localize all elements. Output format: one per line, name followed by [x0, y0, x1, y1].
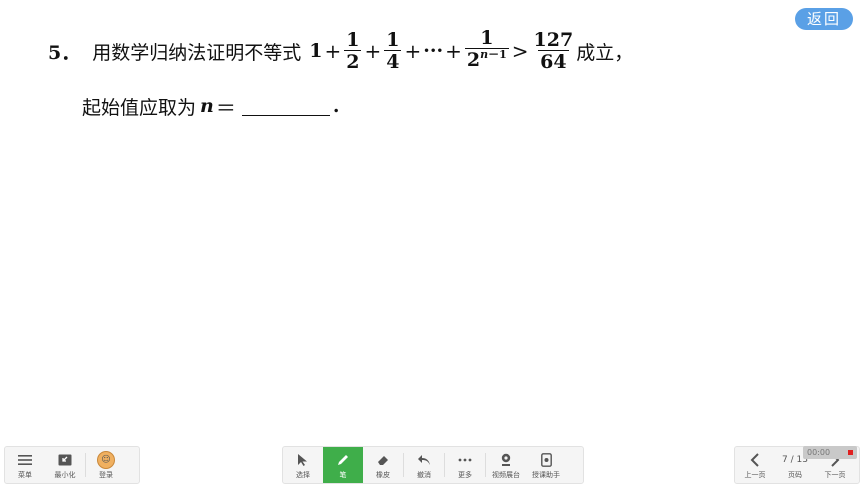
record-stop-icon[interactable] — [848, 450, 853, 455]
menu-button[interactable]: 菜单 — [5, 447, 45, 483]
pen-icon — [336, 451, 350, 469]
fraction-one-half: 1 2 — [344, 28, 362, 73]
eraser-label: 橡皮 — [376, 470, 390, 479]
toolbar-main: 选择 笔 橡皮 撤消 更多 视频展台 授课助手 — [282, 446, 584, 484]
plus-sign: + — [364, 39, 382, 63]
menu-label: 菜单 — [18, 470, 32, 479]
select-tool-button[interactable]: 选择 — [283, 447, 323, 483]
greater-than-sign: > — [511, 39, 529, 63]
more-button[interactable]: 更多 — [445, 447, 485, 483]
plus-sign: + — [404, 39, 422, 63]
video-booth-button[interactable]: 视频展台 — [486, 447, 526, 483]
next-page-label: 下一页 — [824, 470, 846, 479]
fraction-numerator: 1 — [386, 28, 400, 51]
video-booth-label: 视频展台 — [492, 470, 520, 479]
select-label: 选择 — [296, 470, 310, 479]
answer-blank[interactable] — [241, 97, 330, 116]
more-icon — [458, 451, 472, 469]
page-number-label: 页码 — [788, 470, 802, 479]
question-lead-text: 用数学归纳法证明不等式 — [92, 41, 302, 64]
fraction-numerator: 1 — [346, 28, 360, 51]
login-label: 登录 — [99, 470, 113, 479]
fraction-one-quarter: 1 4 — [384, 28, 402, 73]
term-one: 1 — [309, 40, 323, 62]
fraction-denominator: 4 — [384, 49, 402, 73]
assistant-icon — [540, 451, 552, 469]
more-label: 更多 — [458, 470, 472, 479]
question-line-2: 起始值应取为 n ＝ . — [82, 90, 339, 122]
exponent-var: n — [480, 48, 489, 61]
fraction-127-64: 127 64 — [532, 30, 576, 73]
pen-tool-button[interactable]: 笔 — [323, 447, 363, 483]
pen-label: 笔 — [339, 470, 347, 479]
minimize-label: 最小化 — [54, 470, 76, 479]
recorder-widget[interactable]: 00:00 — [803, 446, 857, 459]
plus-sign: + — [445, 39, 462, 63]
eraser-tool-button[interactable]: 橡皮 — [363, 447, 403, 483]
plus-sign: + — [324, 39, 342, 63]
teaching-assistant-button[interactable]: 授课助手 — [526, 447, 566, 483]
fraction-numerator: 1 — [480, 27, 494, 49]
question-number: 5． — [48, 41, 81, 64]
teaching-assistant-label: 授课助手 — [532, 470, 560, 479]
question-line-1: 5． 用数学归纳法证明不等式 1 + 1 2 + 1 4 + ··· + 1 2… — [48, 26, 633, 76]
chevron-left-icon — [750, 451, 760, 469]
equals-sign: ＝ — [215, 95, 236, 120]
question-line2-text: 起始值应取为 — [82, 96, 197, 119]
undo-button[interactable]: 撤消 — [404, 447, 444, 483]
login-button[interactable]: ☺ 登录 — [86, 447, 126, 483]
exponent-rest: －1 — [488, 48, 507, 61]
period: . — [332, 95, 340, 117]
slide-canvas: 返回 5． 用数学归纳法证明不等式 1 + 1 2 + 1 4 + ··· + … — [0, 0, 864, 486]
fraction-general-term: 1 2n－1 — [464, 27, 509, 74]
recorder-time: 00:00 — [807, 448, 831, 457]
exponent: n－1 — [480, 48, 507, 61]
avatar-icon: ☺ — [97, 450, 115, 469]
camera-icon — [500, 451, 512, 469]
prev-page-button[interactable]: 上一页 — [735, 447, 775, 483]
fraction-numerator: 127 — [533, 28, 574, 51]
fraction-denominator: 64 — [538, 49, 569, 73]
prev-page-label: 上一页 — [744, 470, 766, 479]
minimize-button[interactable]: 最小化 — [45, 447, 85, 483]
avatar-wrap: ☺ — [97, 450, 115, 469]
undo-label: 撤消 — [417, 470, 431, 479]
eraser-icon — [376, 451, 390, 469]
cursor-icon — [297, 451, 309, 469]
toolbar-left: 菜单 最小化 ☺ 登录 — [4, 446, 140, 484]
fraction-denominator: 2 — [344, 49, 362, 73]
undo-icon — [417, 451, 431, 469]
question-tail-text: 成立， — [576, 41, 634, 64]
menu-icon — [18, 451, 32, 469]
fraction-denominator: 2n－1 — [464, 48, 509, 74]
back-button[interactable]: 返回 — [795, 8, 853, 30]
minimize-icon — [58, 451, 72, 469]
ellipsis: ··· — [423, 40, 444, 62]
denominator-base: 2 — [466, 49, 481, 71]
variable-n: n — [200, 95, 214, 117]
